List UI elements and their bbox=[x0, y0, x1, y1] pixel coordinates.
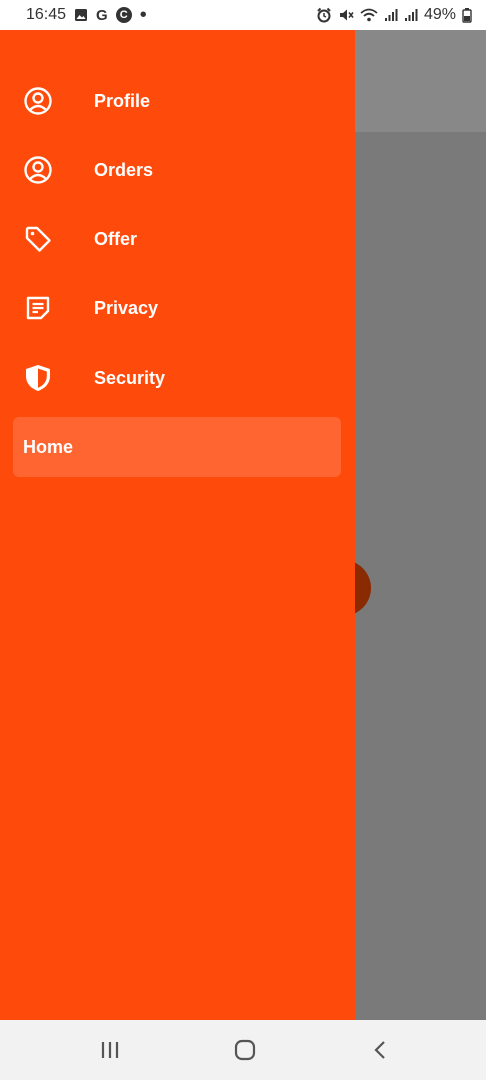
drawer-item-label: Orders bbox=[94, 159, 154, 180]
drawer-item-label: Privacy bbox=[94, 297, 159, 318]
home-icon[interactable] bbox=[230, 1035, 260, 1065]
drawer-item-label: Profile bbox=[94, 90, 151, 111]
status-right: 49% bbox=[316, 6, 472, 24]
notification-dot: • bbox=[139, 4, 147, 26]
drawer-item-profile[interactable]: Profile bbox=[0, 71, 355, 131]
navigation-bar bbox=[0, 1020, 486, 1080]
note-icon bbox=[22, 292, 54, 324]
shield-icon bbox=[22, 362, 54, 394]
back-icon[interactable] bbox=[366, 1035, 396, 1065]
c-app-icon: C bbox=[115, 7, 132, 23]
recent-apps-icon[interactable] bbox=[95, 1035, 125, 1065]
drawer-item-label: Security bbox=[94, 367, 166, 388]
image-icon bbox=[74, 8, 88, 22]
user-circle-icon bbox=[22, 85, 54, 117]
drawer-item-label: Offer bbox=[94, 228, 138, 249]
wifi-icon bbox=[360, 7, 378, 23]
battery-percent: 49% bbox=[423, 6, 456, 23]
drawer-item-privacy[interactable]: Privacy bbox=[0, 278, 355, 338]
mute-icon bbox=[338, 7, 354, 23]
drawer-item-home[interactable]: Home bbox=[13, 417, 341, 477]
google-icon: G bbox=[96, 6, 108, 24]
drawer-item-label: Home bbox=[23, 436, 74, 457]
battery-icon bbox=[462, 7, 472, 23]
status-time: 16:45 bbox=[26, 6, 67, 23]
navigation-drawer: Profile Orders Offer Privacy Security Ho… bbox=[0, 30, 355, 1020]
tag-icon bbox=[22, 223, 54, 255]
drawer-item-orders[interactable]: Orders bbox=[0, 140, 355, 200]
screen: 16:45 G C • 49% Profile Orders Offer Pri… bbox=[0, 0, 486, 1080]
background-app-bar bbox=[355, 30, 486, 132]
drawer-item-security[interactable]: Security bbox=[0, 348, 355, 408]
status-bar: 16:45 G C • 49% bbox=[0, 0, 486, 30]
alarm-icon bbox=[316, 7, 332, 23]
drawer-item-offer[interactable]: Offer bbox=[0, 209, 355, 269]
status-left: 16:45 G C • bbox=[26, 4, 147, 26]
user-circle-icon bbox=[22, 154, 54, 186]
signal-icon bbox=[384, 8, 398, 22]
signal-icon bbox=[404, 8, 418, 22]
